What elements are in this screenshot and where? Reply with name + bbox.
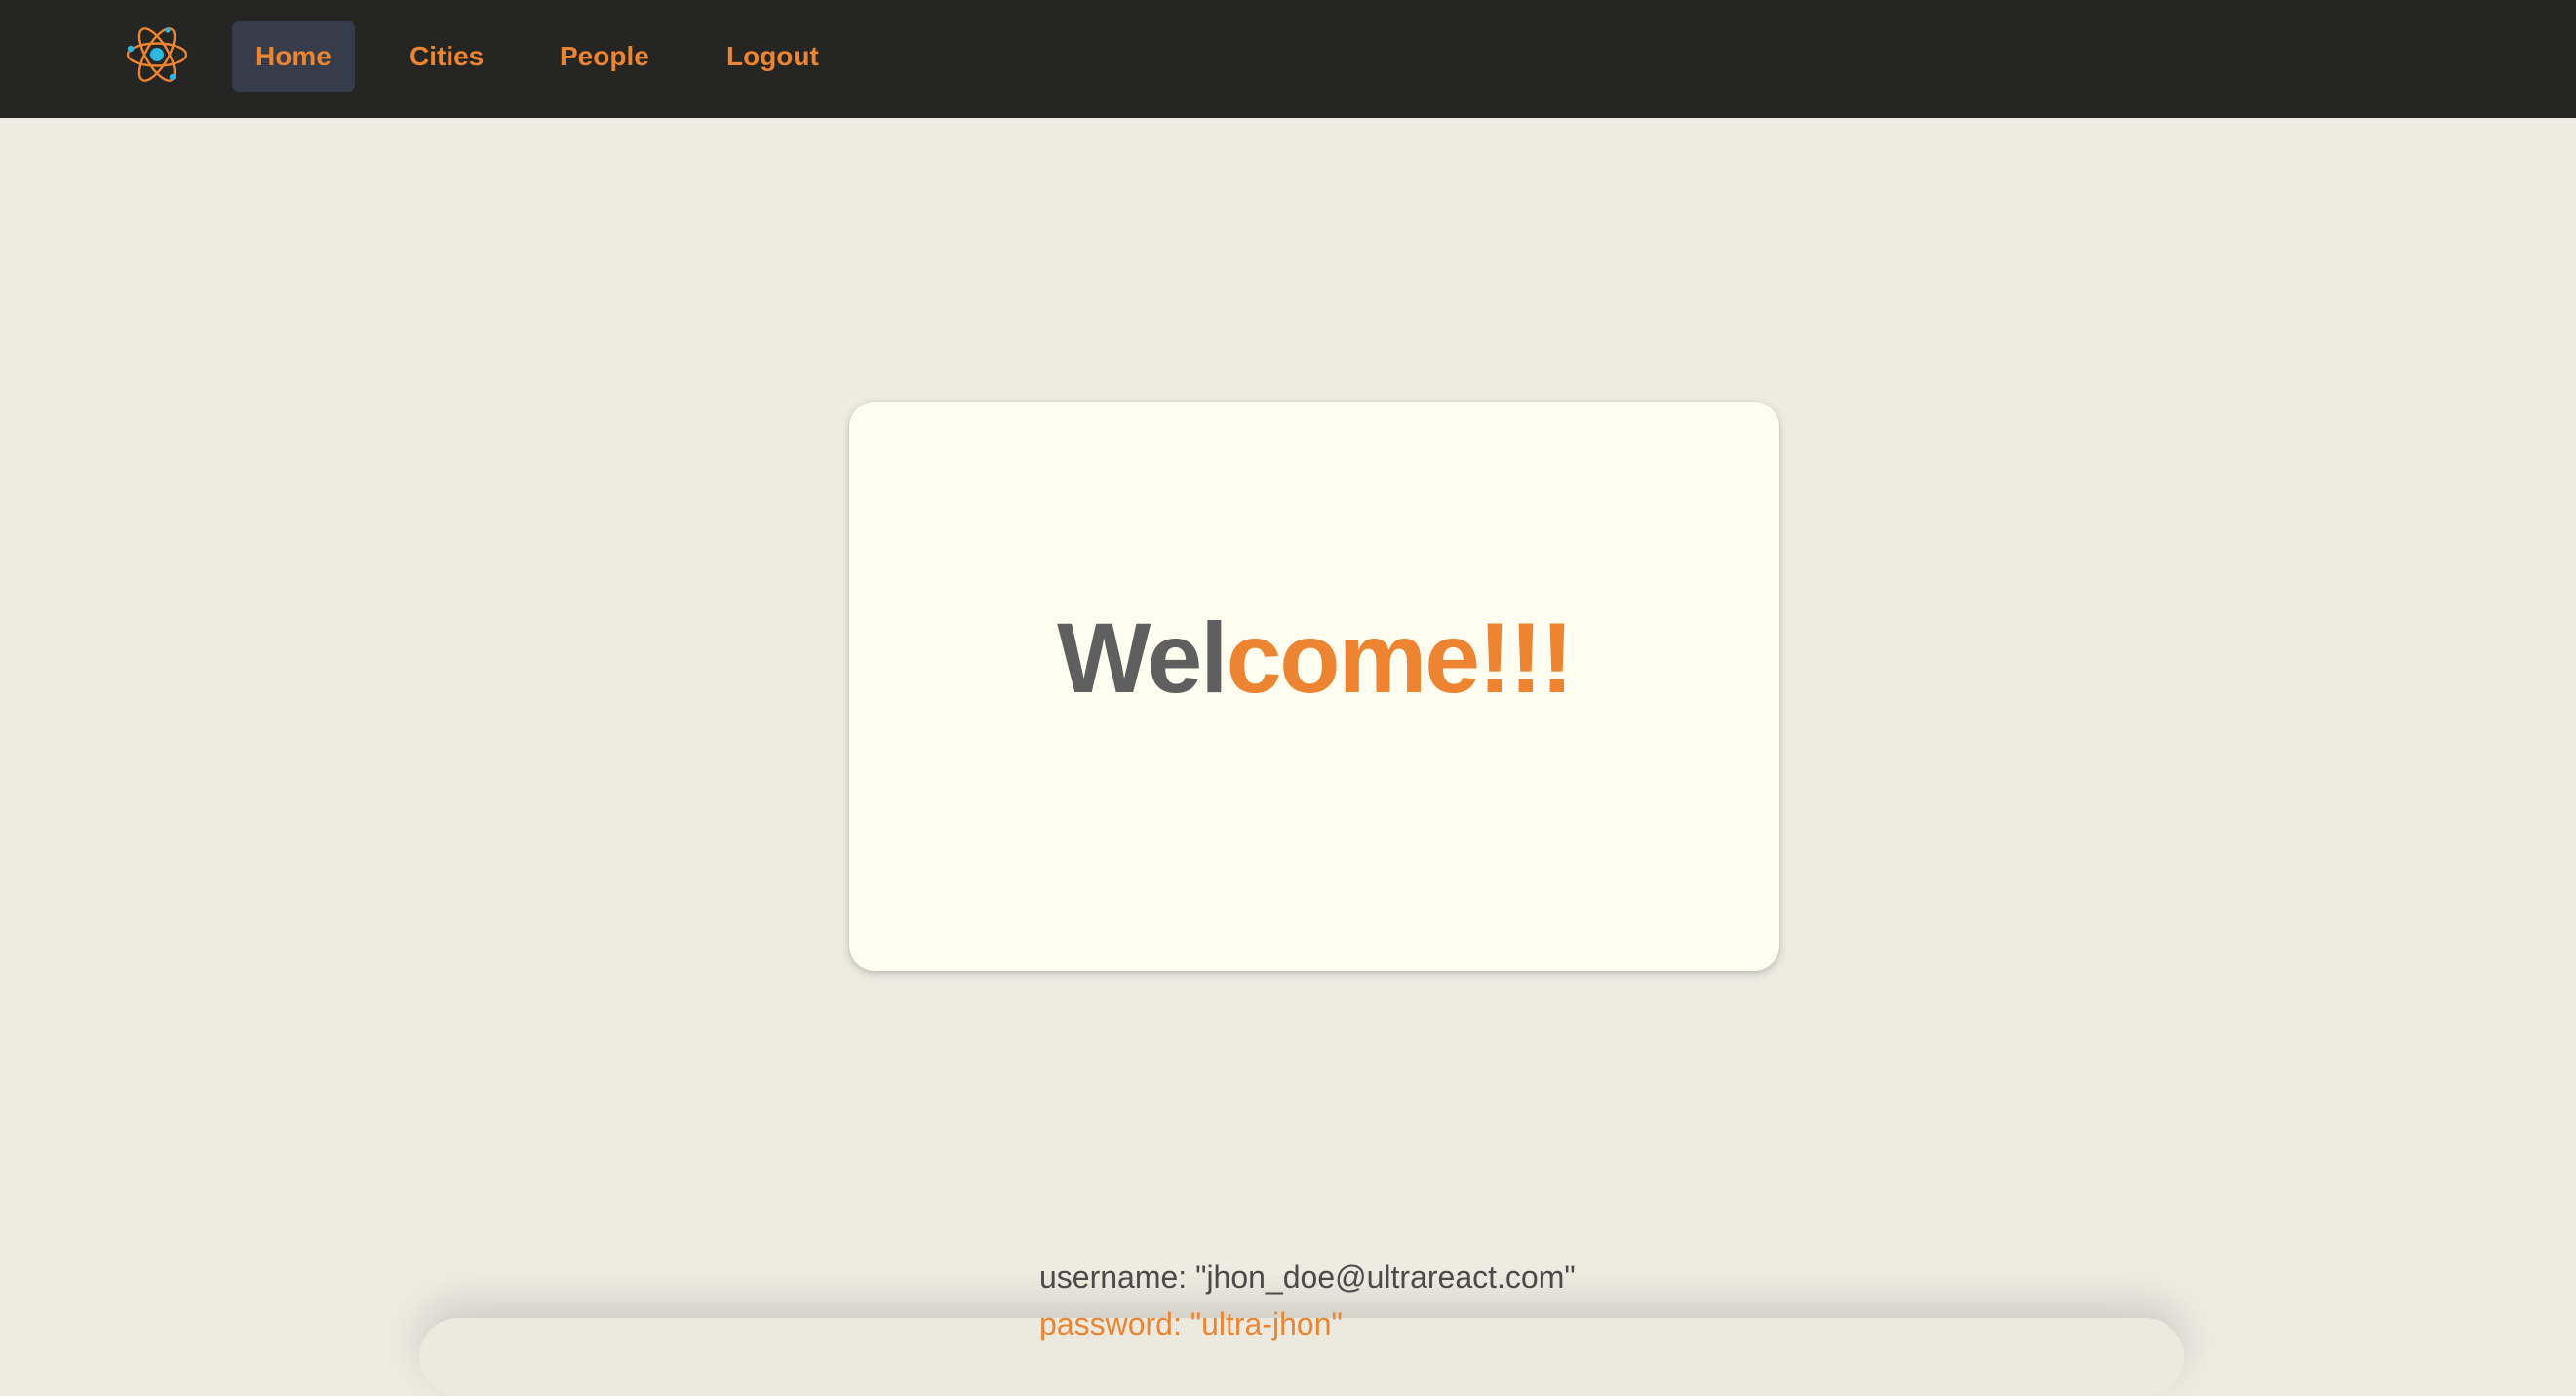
credentials-username: username: "jhon_doe@ultrareact.com" bbox=[1039, 1260, 1576, 1295]
nav-item-logout[interactable]: Logout bbox=[703, 21, 842, 92]
atom-icon[interactable] bbox=[125, 22, 189, 87]
nav-item-people[interactable]: People bbox=[536, 21, 673, 92]
top-navbar: Home Cities People Logout bbox=[0, 0, 2576, 118]
nav-item-home[interactable]: Home bbox=[232, 21, 355, 92]
credentials-password: password: "ultra-jhon" bbox=[1039, 1306, 1343, 1341]
welcome-heading: Welcome!!! bbox=[849, 608, 1779, 708]
nav-item-cities[interactable]: Cities bbox=[386, 21, 507, 92]
welcome-card: Welcome!!! bbox=[849, 402, 1779, 971]
welcome-heading-part2: come!!! bbox=[1226, 602, 1574, 714]
welcome-heading-part1: Wel bbox=[1057, 602, 1228, 714]
